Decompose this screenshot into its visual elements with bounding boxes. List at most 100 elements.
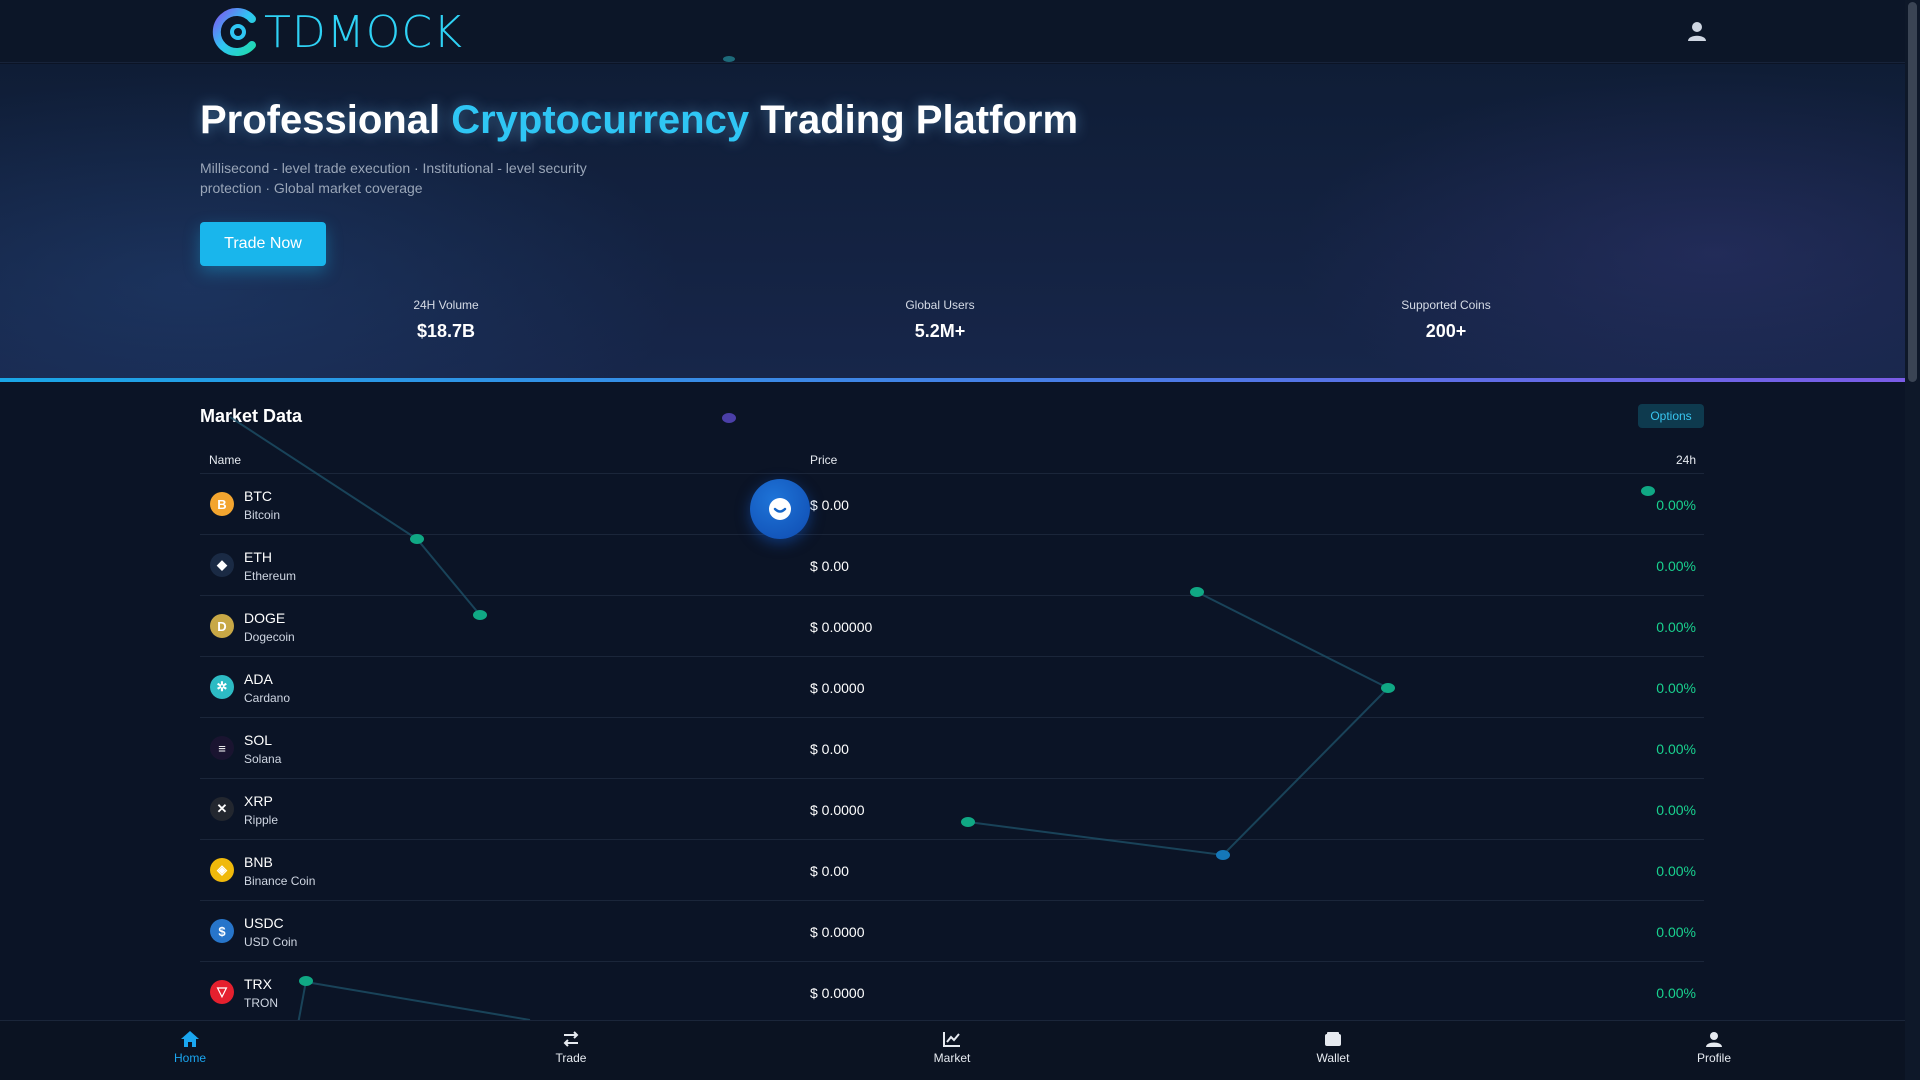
table-row[interactable]: D DOGE Dogecoin $ 0.00000 0.00% [200, 596, 1704, 657]
coin-price: $ 0.0000 [810, 985, 865, 1001]
chat-support-icon [769, 498, 791, 520]
nav-label: Wallet [1316, 1051, 1350, 1065]
coin-24h-change: 0.00% [1656, 802, 1696, 818]
table-row[interactable]: ▽ TRX TRON $ 0.0000 0.00% [200, 962, 1704, 1023]
wallet-icon [1325, 1032, 1341, 1046]
stat-24h-volume: 24H Volume $18.7B [346, 298, 546, 342]
hero-subtitle: Millisecond - level trade execution · In… [200, 160, 587, 196]
nav-market[interactable]: Market [892, 1031, 1012, 1065]
user-account-button[interactable] [1683, 17, 1711, 45]
eth-icon: ◆ [210, 553, 234, 577]
coin-24h-change: 0.00% [1656, 680, 1696, 696]
stat-label: Supported Coins [1401, 298, 1491, 312]
coin-24h-change: 0.00% [1656, 985, 1696, 1001]
nav-home[interactable]: Home [130, 1031, 250, 1065]
coin-name: Solana [244, 752, 282, 766]
coin-symbol: DOGE [244, 610, 286, 626]
table-header: Name Price 24h [200, 444, 1704, 474]
coin-symbol: TRX [244, 976, 272, 992]
options-button[interactable]: Options [1638, 404, 1704, 428]
coin-price: $ 0.00000 [810, 619, 873, 635]
nav-trade[interactable]: Trade [511, 1031, 631, 1065]
column-header-price: Price [810, 453, 838, 467]
trade-icon [563, 1031, 579, 1047]
ada-icon: ✲ [210, 675, 234, 699]
doge-icon: D [210, 614, 234, 638]
stat-value: 5.2M+ [914, 321, 966, 341]
column-header-name: Name [209, 453, 242, 467]
table-row[interactable]: ◈ BNB Binance Coin $ 0.00 0.00% [200, 840, 1704, 901]
coin-name: Binance Coin [244, 874, 316, 888]
coin-symbol: ETH [244, 549, 272, 565]
top-bar: TDMOCK [0, 0, 1905, 63]
coin-24h-change: 0.00% [1656, 863, 1696, 879]
coin-price: $ 0.00 [810, 863, 849, 879]
coin-price: $ 0.00 [810, 741, 849, 757]
nav-wallet[interactable]: Wallet [1273, 1031, 1393, 1065]
coin-price: $ 0.00 [810, 558, 849, 574]
nav-label: Profile [1696, 1051, 1731, 1065]
market-table: B BTC Bitcoin $ 0.00 0.00% ◆ ETH Ethereum $ 0.00… [200, 474, 1704, 1023]
coin-24h-change: 0.00% [1656, 619, 1696, 635]
logo-text: TDMOCK [264, 6, 463, 58]
nav-profile[interactable]: Profile [1654, 1031, 1774, 1065]
table-row[interactable]: B BTC Bitcoin $ 0.00 0.00% [200, 474, 1704, 535]
coin-symbol: ADA [244, 671, 273, 687]
coin-24h-change: 0.00% [1656, 558, 1696, 574]
coin-name: Cardano [244, 691, 291, 705]
stat-label: 24H Volume [413, 298, 479, 312]
coin-name: Ripple [244, 813, 279, 827]
table-row[interactable]: $ USDC USD Coin $ 0.0000 0.00% [200, 901, 1704, 962]
logo[interactable]: TDMOCK [208, 5, 463, 59]
coin-symbol: SOL [244, 732, 273, 748]
coin-24h-change: 0.00% [1656, 741, 1696, 757]
user-icon [1688, 22, 1706, 41]
hero-title-part2: Trading Platform [749, 98, 1079, 142]
nav-label: Market [933, 1051, 971, 1065]
coin-price: $ 0.0000 [810, 924, 865, 940]
scrollbar-thumb[interactable] [1908, 2, 1917, 382]
xrp-icon: ✕ [210, 797, 234, 821]
hero-section: Professional Cryptocurrency Trading Plat… [0, 64, 1905, 379]
table-row[interactable]: ✕ XRP Ripple $ 0.0000 0.00% [200, 779, 1704, 840]
coin-name: TRON [244, 996, 278, 1010]
logo-mark-icon [212, 8, 256, 56]
nav-label: Home [173, 1051, 206, 1065]
table-row[interactable]: ◆ ETH Ethereum $ 0.00 0.00% [200, 535, 1704, 596]
coin-name: Dogecoin [244, 630, 295, 644]
btc-icon: B [210, 492, 234, 516]
home-icon [181, 1031, 199, 1047]
coin-price: $ 0.0000 [810, 802, 865, 818]
sol-icon: ≡ [210, 736, 234, 760]
usdc-icon: $ [210, 919, 234, 943]
coin-name: Bitcoin [244, 508, 281, 522]
stat-value: 200+ [1425, 321, 1467, 341]
bottom-navigation: Home Trade Market Wallet Profile [0, 1020, 1905, 1080]
stat-value: $18.7B [416, 321, 476, 341]
hero-title-accent: Cryptocurrency [451, 98, 750, 142]
market-title: Market Data [200, 406, 303, 426]
chat-support-button[interactable] [750, 479, 810, 539]
coin-name: Ethereum [244, 569, 297, 583]
page-scrollbar[interactable] [1905, 0, 1920, 1080]
stat-global-users: Global Users 5.2M+ [840, 298, 1040, 342]
table-row[interactable]: ✲ ADA Cardano $ 0.0000 0.00% [200, 657, 1704, 718]
column-header-24h: 24h [1675, 453, 1696, 467]
table-row[interactable]: ≡ SOL Solana $ 0.00 0.00% [200, 718, 1704, 779]
stat-supported-coins: Supported Coins 200+ [1346, 298, 1546, 342]
coin-price: $ 0.0000 [810, 680, 865, 696]
market-section: Market Data Options Name Price 24h B BTC B… [0, 382, 1905, 1080]
coin-symbol: BTC [244, 488, 272, 504]
coin-symbol: USDC [244, 915, 284, 931]
coin-24h-change: 0.00% [1656, 924, 1696, 940]
trade-now-button[interactable]: Trade Now [200, 222, 326, 266]
bnb-icon: ◈ [210, 858, 234, 882]
nav-label: Trade [555, 1051, 587, 1065]
market-chart-icon [943, 1032, 960, 1047]
profile-icon [1706, 1032, 1722, 1047]
coin-name: USD Coin [244, 935, 298, 949]
hero-title: Professional Cryptocurrency Trading Plat… [200, 98, 1078, 143]
coin-symbol: XRP [244, 793, 273, 809]
coin-symbol: BNB [244, 854, 273, 870]
stat-label: Global Users [905, 298, 975, 312]
